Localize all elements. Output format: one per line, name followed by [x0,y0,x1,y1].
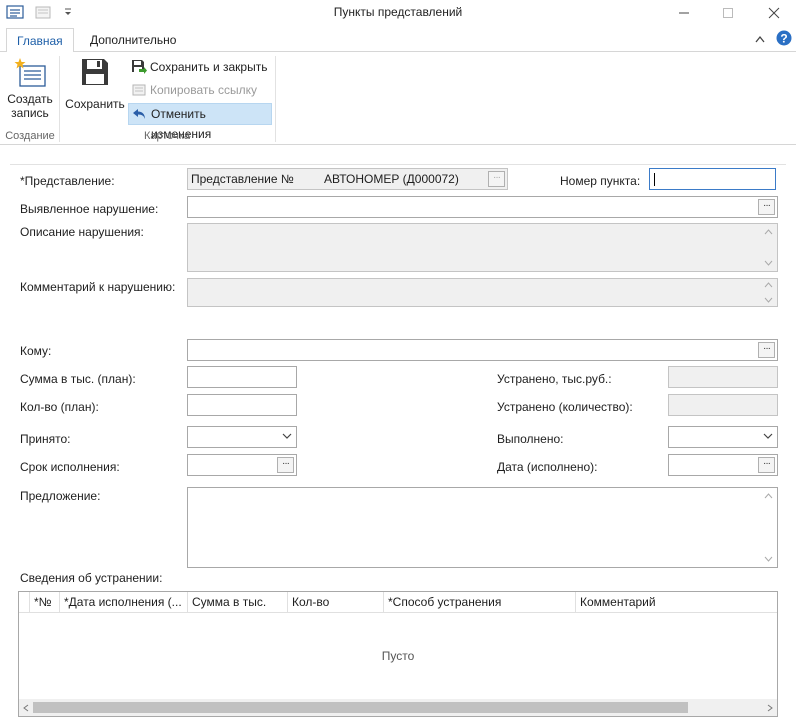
accepted-select[interactable] [187,426,297,448]
done-date-label: Дата (исполнено): [497,460,598,474]
item-number-label: Номер пункта: [560,174,641,188]
scroll-left-icon[interactable] [23,704,29,712]
done-date-input[interactable]: ··· [668,454,778,476]
sum-plan-input[interactable] [187,366,297,388]
proposal-label: Предложение: [20,489,101,503]
copy-link-button[interactable]: Копировать ссылку [128,79,261,101]
fixed-sum-field [668,366,778,388]
undo-changes-button[interactable]: Отменить изменения [128,103,272,141]
copy-link-label: Копировать ссылку [150,83,257,97]
qty-plan-label: Кол-во (план): [20,400,99,414]
text-cursor [654,173,655,186]
tab-additional[interactable]: Дополнительно [80,28,186,52]
violation-lookup-button[interactable]: ··· [758,199,775,215]
fix-info-label: Сведения об устранении: [20,571,163,585]
deadline-input[interactable]: ··· [187,454,297,476]
ribbon-tabs: Главная Дополнительно ? [0,26,796,53]
close-icon [768,7,780,19]
description-label: Описание нарушения: [20,225,144,239]
scroll-down-icon [764,297,773,303]
to-whom-lookup-button[interactable]: ··· [758,342,775,358]
grid-header: *№ *Дата исполнения (... Сумма в тыс. Ко… [19,592,777,613]
proposal-scrollbar[interactable] [760,488,777,567]
new-record-button[interactable]: Создать запись [4,56,56,120]
minimize-button[interactable] [662,0,706,26]
new-record-label-1: Создать [7,92,53,106]
scroll-up-icon [764,229,773,235]
grid-col-comment[interactable]: Комментарий [575,592,777,613]
item-number-input[interactable] [649,168,776,190]
group-card-label: Карточка [143,130,191,142]
grid-empty-text: Пусто [381,649,415,663]
accepted-label: Принято: [20,432,71,446]
to-whom-field[interactable]: ··· [187,339,778,361]
close-button[interactable] [752,0,796,26]
save-button[interactable]: Сохранить [64,56,126,111]
new-record-icon [14,58,46,87]
sum-plan-label: Сумма в тыс. (план): [20,372,136,386]
scroll-right-icon[interactable] [767,704,773,712]
grid-col-number[interactable]: *№ [29,592,59,613]
deadline-label: Срок исполнения: [20,460,120,474]
ribbon-separator [59,56,60,142]
proposal-textarea[interactable] [187,487,778,568]
save-close-button[interactable]: Сохранить и закрыть [128,56,271,78]
ribbon-separator [275,56,276,142]
form-top-border [10,164,786,165]
fixed-qty-field [668,394,778,416]
deadline-picker-button[interactable]: ··· [277,457,294,473]
comment-label: Комментарий к нарушению: [20,280,176,294]
title-bar: Пункты представлений [0,0,796,26]
fix-info-grid[interactable]: *№ *Дата исполнения (... Сумма в тыс. Ко… [18,591,778,717]
grid-col-method[interactable]: *Способ устранения [383,592,575,613]
chevron-down-icon [763,433,773,439]
description-scrollbar[interactable] [760,224,777,271]
representation-field[interactable]: Представление № АВТОНОМЕР (Д000072) ··· [187,168,508,190]
save-close-icon [132,60,147,74]
representation-value-prefix: Представление № [191,172,294,186]
scroll-up-icon [764,282,773,288]
chevron-down-icon [282,433,292,439]
save-close-label: Сохранить и закрыть [150,60,268,74]
maximize-button[interactable] [706,0,750,26]
comment-textarea[interactable] [187,278,778,307]
grid-col-qty[interactable]: Кол-во [287,592,383,613]
scroll-up-icon [764,493,773,499]
scrollbar-thumb[interactable] [33,702,688,713]
done-date-picker-button[interactable]: ··· [758,457,775,473]
description-textarea[interactable] [187,223,778,272]
save-icon [82,59,108,85]
representation-value-name: АВТОНОМЕР (Д000072) [324,172,459,186]
violation-label: Выявленное нарушение: [20,202,159,216]
tab-home[interactable]: Главная [6,28,74,53]
save-label: Сохранить [65,97,125,111]
done-select[interactable] [668,426,778,448]
to-whom-label: Кому: [20,344,52,358]
minimize-icon [679,12,689,14]
maximize-icon [723,8,733,18]
fixed-qty-label: Устранено (количество): [497,400,633,414]
grid-col-date[interactable]: *Дата исполнения (... [59,592,187,613]
scroll-down-icon [764,260,773,266]
copy-link-icon [132,84,146,96]
done-label: Выполнено: [497,432,564,446]
representation-label: *Представление: [20,174,115,188]
ribbon: Создать запись Создание Сохранить Сохран… [0,52,796,145]
collapse-ribbon-icon[interactable] [754,34,766,44]
group-create-label: Создание [5,130,55,142]
grid-horizontal-scrollbar[interactable] [19,699,777,716]
scroll-down-icon [764,556,773,562]
help-icon[interactable]: ? [776,30,792,46]
fixed-sum-label: Устранено, тыс.руб.: [497,372,612,386]
comment-scrollbar[interactable] [760,279,777,306]
representation-lookup-button[interactable]: ··· [488,171,505,187]
undo-icon [133,109,145,119]
new-record-label-2: запись [11,106,49,120]
grid-col-sum[interactable]: Сумма в тыс. [187,592,287,613]
violation-field[interactable]: ··· [187,196,778,218]
svg-text:?: ? [780,32,787,46]
qty-plan-input[interactable] [187,394,297,416]
